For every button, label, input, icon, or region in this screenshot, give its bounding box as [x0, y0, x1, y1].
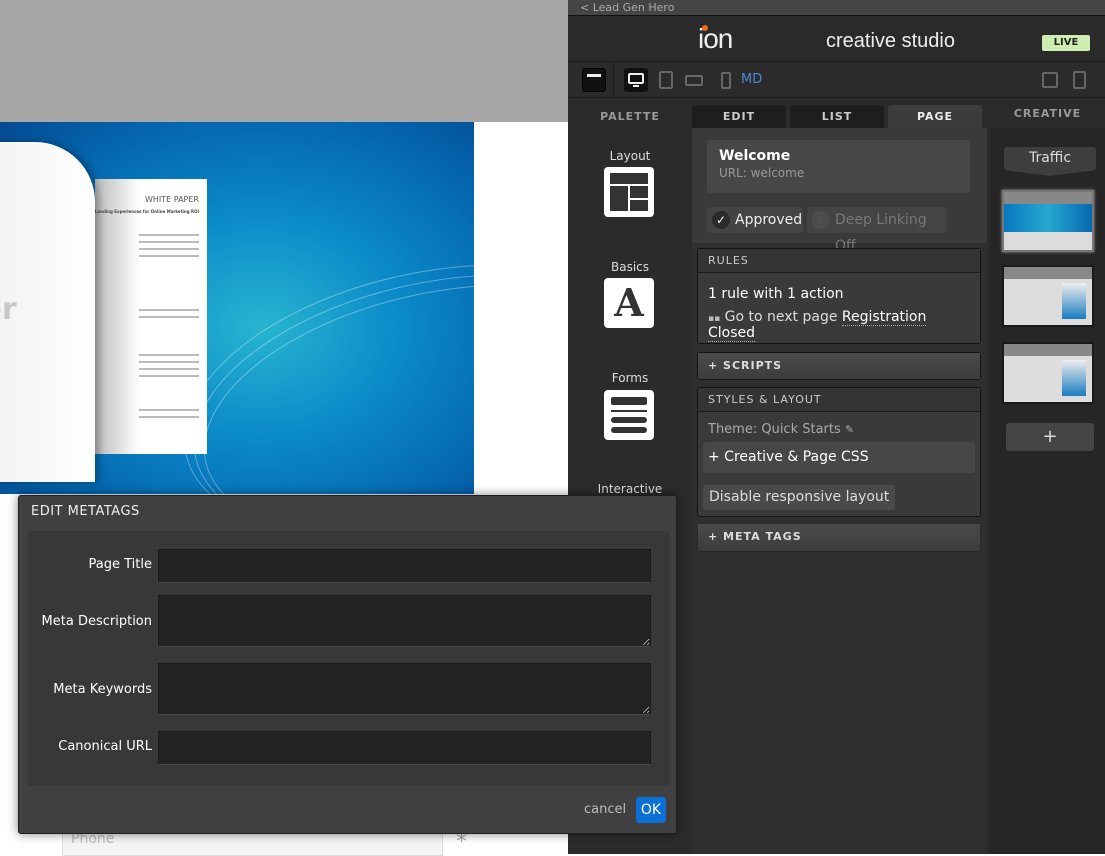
studio-title: creative studio [826, 30, 955, 52]
scripts-header[interactable]: + SCRIPTS [698, 353, 980, 379]
cancel-button[interactable]: cancel [584, 802, 626, 817]
tab-edit[interactable]: EDIT [692, 105, 786, 128]
meta-description-label: Meta Description [41, 614, 152, 629]
rules-header[interactable]: RULES [698, 249, 980, 273]
ok-button[interactable]: OK [636, 797, 666, 823]
palette-forms-label: Forms [611, 371, 649, 385]
tab-list[interactable]: LIST [790, 105, 884, 128]
status-badge[interactable]: LIVE [1042, 35, 1090, 51]
document-icon[interactable] [1068, 68, 1092, 92]
layout-toggle-icon[interactable] [582, 68, 606, 92]
theme-label[interactable]: Theme: Quick Starts ✎ [698, 412, 980, 437]
edit-icon[interactable]: ✎ [845, 423, 854, 436]
tab-page[interactable]: PAGE [888, 105, 982, 128]
rule-action-text: Go to next page [724, 309, 838, 325]
page-url: URL: welcome [719, 166, 805, 180]
hero-image[interactable]: WHITE PAPER Managing Landing Experiences… [0, 122, 474, 494]
toolbar: MD [568, 62, 1105, 98]
logo-dot [702, 25, 708, 31]
creative-column: Traffic + [990, 128, 1105, 854]
rules-panel: RULES 1 rule with 1 action ▪▪ Go to next… [697, 248, 981, 344]
grid-icon: ▪▪ [708, 314, 721, 324]
meta-keywords-input[interactable] [158, 663, 651, 715]
desktop-icon[interactable] [624, 68, 648, 92]
white-paper-cover: per [0, 142, 95, 482]
styles-header: STYLES & LAYOUT [698, 388, 980, 412]
canonical-url-input[interactable] [158, 731, 651, 765]
deep-linking-toggle[interactable]: ✓ Deep Linking Off [807, 207, 947, 254]
theme-text: Theme: Quick Starts [708, 422, 841, 437]
page-name-box[interactable]: Welcome URL: welcome [707, 140, 970, 193]
meta-tags-panel[interactable]: + META TAGS [697, 523, 981, 552]
dialog-body: Page Title Meta Description Meta Keyword… [28, 531, 670, 786]
text-icon[interactable]: A [604, 278, 654, 328]
page-summary: Welcome URL: welcome ✓ Approved ✓ Deep Lin… [692, 128, 987, 254]
meta-tags-header[interactable]: + META TAGS [698, 524, 980, 550]
tablet-landscape-icon[interactable] [682, 68, 706, 92]
palette-layout-label: Layout [609, 149, 651, 163]
palette-interactive-label: Interactive [597, 482, 663, 496]
form-icon[interactable] [604, 390, 654, 440]
page-name: Welcome [719, 148, 791, 164]
cover-lettering: per [0, 292, 17, 327]
white-paper-page: WHITE PAPER Managing Landing Experiences… [71, 179, 207, 454]
tab-creative[interactable]: CREATIVE [990, 102, 1105, 125]
page-title-input[interactable] [158, 549, 651, 583]
add-creative-button[interactable]: + [1006, 423, 1094, 451]
traffic-arrow [1004, 170, 1096, 176]
traffic-button[interactable]: Traffic [1004, 147, 1096, 170]
back-link[interactable]: < Lead Gen Hero [568, 0, 1105, 16]
studio-header: ion creative studio LIVE [568, 17, 1105, 62]
rules-summary: 1 rule with 1 action [708, 286, 844, 302]
meta-description-input[interactable] [158, 595, 651, 647]
dialog-title: EDIT METATAGS [31, 504, 140, 519]
canvas-background [0, 0, 568, 122]
scripts-panel[interactable]: + SCRIPTS [697, 352, 981, 380]
creative-thumbnail[interactable] [1002, 265, 1094, 327]
approved-toggle[interactable]: ✓ Approved [707, 207, 803, 233]
creative-page-css-button[interactable]: + Creative & Page CSS [703, 442, 975, 473]
creative-thumbnail[interactable] [1002, 342, 1094, 404]
rule-action: ▪▪ Go to next page Registration Closed [698, 302, 980, 342]
disable-responsive-button[interactable]: Disable responsive layout [703, 485, 896, 510]
white-paper-heading: WHITE PAPER [145, 195, 199, 204]
edit-metatags-dialog: EDIT METATAGS Page Title Meta Descriptio… [18, 495, 677, 834]
meta-keywords-label: Meta Keywords [53, 682, 152, 697]
approved-label: Approved [735, 212, 803, 228]
breakpoint-label[interactable]: MD [741, 72, 762, 87]
tab-bar: PALETTE EDIT LIST PAGE CREATIVE [568, 98, 1105, 128]
palette-basics-label: Basics [610, 260, 650, 274]
check-icon: ✓ [712, 211, 730, 229]
tablet-icon[interactable] [654, 68, 678, 92]
preview-icon[interactable] [1039, 68, 1063, 92]
layout-icon[interactable] [604, 167, 654, 217]
page-title-label: Page Title [88, 557, 152, 572]
styles-layout-panel: STYLES & LAYOUT Theme: Quick Starts ✎ + … [697, 387, 981, 517]
check-icon: ✓ [812, 211, 830, 229]
canonical-url-label: Canonical URL [58, 739, 152, 754]
creative-thumbnail[interactable] [1002, 190, 1094, 252]
tab-palette[interactable]: PALETTE [570, 105, 690, 128]
phone-icon[interactable] [714, 68, 738, 92]
page-column: Welcome URL: welcome ✓ Approved ✓ Deep Lin… [692, 128, 987, 854]
